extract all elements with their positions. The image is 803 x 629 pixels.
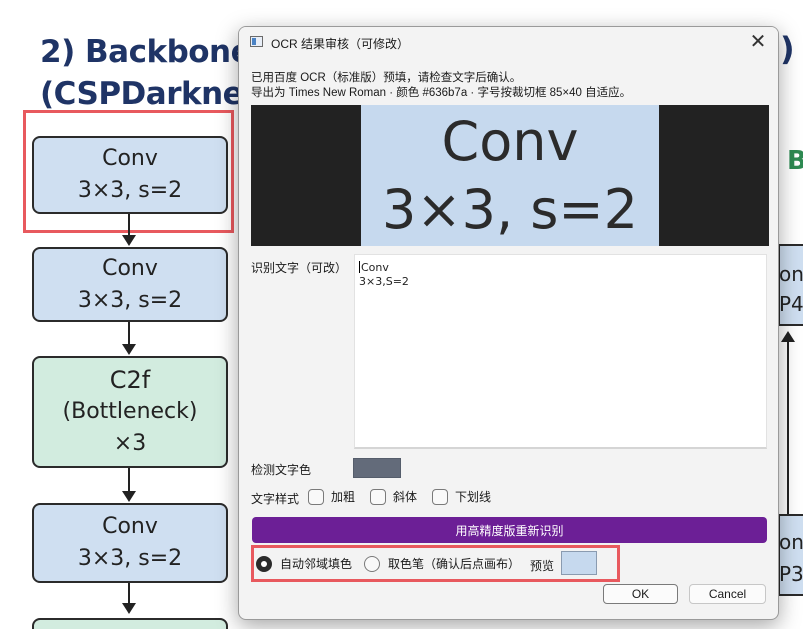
- fill-auto-label: 自动邻域填色: [280, 557, 353, 571]
- backbone-title-line1: 2) Backbone: [40, 34, 252, 70]
- recognized-text-input[interactable]: Conv 3×3,S=2: [354, 254, 767, 449]
- p3-label: P3: [779, 562, 803, 586]
- radio-unselected-icon[interactable]: [364, 555, 380, 572]
- arrow-head-icon: [122, 344, 136, 355]
- arrow-connector: [128, 214, 130, 236]
- fill-picker-radio[interactable]: 取色笔（确认后点画布）: [364, 555, 520, 572]
- conv-block-1-name: Conv: [102, 146, 158, 171]
- underline-label: 下划线: [455, 490, 492, 504]
- arrow-connector: [128, 322, 130, 346]
- fill-auto-radio[interactable]: 自动邻域填色: [256, 555, 352, 572]
- c2f-block[interactable]: C2f (Bottleneck) ×3: [32, 356, 228, 468]
- backbone-title-line2: (CSPDarknet): [40, 76, 272, 112]
- conv-block-3-params: 3×3, s=2: [77, 546, 183, 571]
- recognized-line: Conv: [359, 261, 389, 274]
- detected-color-label: 检测文字色: [251, 463, 312, 477]
- conv-block-2-name: Conv: [102, 255, 158, 281]
- text-style-label: 文字样式: [251, 492, 300, 506]
- detected-color-swatch[interactable]: [353, 458, 401, 478]
- crop-preview: Conv 3×3, s=2: [251, 105, 769, 246]
- concat-label-bottom: onc: [779, 530, 803, 554]
- bold-checkbox[interactable]: 加粗: [308, 488, 355, 505]
- crop-text-line2: 3×3, s=2: [381, 177, 639, 241]
- checkbox-box[interactable]: [370, 488, 386, 505]
- crop-image: Conv 3×3, s=2: [361, 105, 659, 246]
- right-title-fragment: ): [780, 30, 795, 68]
- conv-block-3-name: Conv: [102, 514, 158, 539]
- c2f-block-repeat: ×3: [113, 431, 147, 456]
- underline-checkbox[interactable]: 下划线: [432, 488, 491, 505]
- dialog-titlebar[interactable]: OCR 结果审核（可修改） ✕: [239, 27, 778, 57]
- arrow-head-icon: [122, 603, 136, 614]
- preview-label: 预览: [530, 559, 555, 573]
- conv-block-2[interactable]: Conv 3×3, s=2: [32, 247, 228, 322]
- arrow-head-icon: [122, 491, 136, 502]
- bold-label: 加粗: [331, 490, 356, 504]
- next-block-partial[interactable]: [32, 618, 228, 629]
- arrow-head-icon: [122, 235, 136, 246]
- ocr-review-dialog: OCR 结果审核（可修改） ✕ 已用百度 OCR（标准版）预填，请检查文字后确认…: [238, 26, 779, 620]
- text-caret: [359, 261, 360, 273]
- conv-block-1[interactable]: Conv 3×3, s=2: [32, 136, 228, 214]
- italic-label: 斜体: [393, 490, 418, 504]
- recognized-text-label: 识别文字（可改）: [251, 261, 348, 275]
- arrow-connector: [128, 583, 130, 605]
- recognized-line: 3×3,S=2: [359, 275, 409, 288]
- arrow-connector: [787, 340, 789, 520]
- info-prefill: 已用百度 OCR（标准版）预填，请检查文字后确认。: [251, 72, 522, 84]
- checkbox-box[interactable]: [308, 488, 324, 505]
- info-export: 导出为 Times New Roman · 颜色 #636b7a · 字号按裁切…: [251, 87, 632, 99]
- crop-text-line1: Conv: [441, 109, 579, 173]
- conv-block-1-params: 3×3, s=2: [77, 178, 183, 203]
- fill-color-preview: [561, 551, 597, 575]
- c2f-block-name: C2f: [109, 366, 151, 394]
- arrow-connector: [128, 468, 130, 493]
- cancel-button[interactable]: Cancel: [689, 584, 766, 604]
- c2f-block-detail: (Bottleneck): [62, 399, 198, 424]
- italic-checkbox[interactable]: 斜体: [370, 488, 417, 505]
- concat-label-top: onc: [779, 262, 803, 286]
- arrow-up-icon: [781, 331, 795, 342]
- fill-picker-label: 取色笔（确认后点画布）: [388, 557, 521, 571]
- dialog-title: OCR 结果审核（可修改）: [271, 37, 410, 51]
- ok-button[interactable]: OK: [603, 584, 678, 604]
- radio-selected-icon[interactable]: [256, 555, 272, 572]
- p4-label: P4: [779, 292, 803, 316]
- window-icon: [250, 36, 263, 47]
- conv-block-2-params: 3×3, s=2: [77, 287, 183, 313]
- conv-block-3[interactable]: Conv 3×3, s=2: [32, 503, 228, 583]
- reocr-high-accuracy-button[interactable]: 用高精度版重新识别: [252, 517, 767, 543]
- close-icon[interactable]: ✕: [745, 30, 771, 54]
- right-heading-fragment: B: [787, 146, 803, 176]
- checkbox-box[interactable]: [432, 488, 448, 505]
